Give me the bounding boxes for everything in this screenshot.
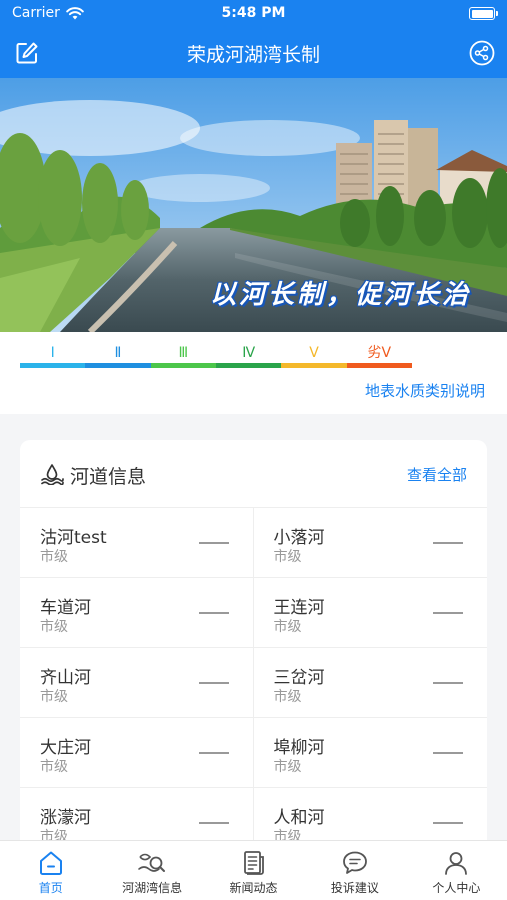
river-status-dash	[198, 542, 229, 544]
share-icon	[469, 40, 495, 66]
tab-home[interactable]: 首页	[0, 841, 101, 900]
river-info-title: 河道信息	[70, 466, 147, 488]
tab-news[interactable]: 新闻动态	[203, 841, 304, 900]
quality-grade: Ⅴ	[281, 344, 347, 368]
quality-grade-label: 劣Ⅴ	[367, 345, 392, 361]
quality-grade-bar	[150, 363, 216, 368]
share-button[interactable]	[469, 40, 495, 66]
navigation-bar: 荣成河湖湾长制	[0, 28, 507, 78]
river-level: 市级	[273, 689, 302, 705]
quality-grade-scale: Ⅰ Ⅱ Ⅲ Ⅳ Ⅴ 劣Ⅴ	[20, 344, 412, 368]
quality-grade-bar	[85, 363, 151, 368]
quality-grade: Ⅱ	[85, 344, 151, 368]
news-icon	[243, 851, 264, 875]
quality-grade: Ⅰ	[20, 344, 86, 368]
river-status-dash	[433, 822, 463, 824]
tab-complaints[interactable]: 投诉建议	[304, 841, 405, 900]
quality-grade-label: Ⅴ	[309, 345, 319, 361]
tab-river-info-label: 河湖湾信息	[122, 881, 183, 895]
battery-icon	[469, 7, 498, 20]
tab-complaints-label: 投诉建议	[330, 881, 379, 895]
river-name: 三岔河	[273, 668, 325, 688]
tab-river-info[interactable]: 河湖湾信息	[101, 841, 202, 900]
quality-grade: 劣Ⅴ	[346, 344, 412, 368]
water-quality-legend: Ⅰ Ⅱ Ⅲ Ⅳ Ⅴ 劣Ⅴ 地表水质类别说明	[0, 332, 507, 414]
river-item[interactable]: 小落河 市级	[253, 508, 487, 578]
river-item[interactable]: 埠柳河 市级	[253, 718, 487, 788]
page-title: 荣成河湖湾长制	[186, 44, 320, 66]
river-status-dash	[198, 682, 229, 684]
clock: 5:48 PM	[221, 5, 286, 21]
river-name: 埠柳河	[273, 738, 325, 758]
river-name: 人和河	[273, 808, 325, 828]
river-level: 市级	[40, 759, 68, 775]
quality-grade-label: Ⅲ	[178, 345, 189, 361]
river-status-dash	[433, 612, 463, 614]
quality-grade: Ⅲ	[150, 344, 216, 368]
river-status-dash	[433, 682, 463, 684]
river-status-dash	[198, 752, 229, 754]
tab-home-label: 首页	[38, 881, 63, 895]
quality-grade-bar	[20, 363, 86, 368]
view-all-link[interactable]: 查看全部	[407, 464, 467, 485]
tab-profile-label: 个人中心	[432, 881, 481, 895]
water-quality-explanation-link[interactable]: 地表水质类别说明	[365, 380, 485, 401]
river-item[interactable]: 车道河 市级	[20, 578, 254, 648]
river-status-dash	[433, 752, 463, 754]
quality-grade-bar	[281, 363, 347, 368]
river-name: 齐山河	[40, 668, 91, 688]
river-level: 市级	[40, 689, 68, 705]
river-item[interactable]: 王连河 市级	[253, 578, 487, 648]
river-info-header: 河道信息 查看全部	[20, 440, 487, 508]
river-level: 市级	[273, 759, 302, 775]
quality-grade-bar	[346, 363, 412, 368]
river-name: 沽河test	[40, 528, 107, 548]
status-bar: Carrier 5:48 PM	[0, 0, 507, 28]
banner-slogan: 以河长制，促河长治	[209, 280, 471, 310]
river-item[interactable]: 齐山河 市级	[20, 648, 254, 718]
quality-grade-bar	[215, 363, 282, 368]
river-name: 车道河	[40, 598, 91, 618]
river-name: 涨濛河	[40, 808, 91, 828]
river-name: 王连河	[273, 598, 325, 618]
quality-grade-label: Ⅳ	[242, 345, 256, 361]
quality-grade-label: Ⅱ	[114, 345, 122, 361]
river-status-dash	[198, 612, 229, 614]
tab-bar: 首页 河湖湾信息 新闻动态 投诉建议 个人中心	[0, 840, 507, 900]
river-list: 沽河test 市级 小落河 市级 车道河 市级 王连河 市级 齐山河 市级 三岔河 市级 大…	[20, 508, 487, 858]
river-level: 市级	[40, 619, 68, 635]
river-status-dash	[433, 542, 463, 544]
river-level: 市级	[40, 549, 68, 565]
river-level: 市级	[273, 549, 302, 565]
river-item[interactable]: 三岔河 市级	[253, 648, 487, 718]
river-name: 大庄河	[40, 738, 91, 758]
tab-news-label: 新闻动态	[229, 881, 278, 895]
river-item[interactable]: 沽河test 市级	[20, 508, 254, 578]
quality-grade: Ⅳ	[215, 344, 282, 368]
river-status-dash	[198, 822, 229, 824]
tab-profile[interactable]: 个人中心	[406, 841, 507, 900]
river-search-icon	[138, 853, 166, 872]
river-level: 市级	[273, 619, 302, 635]
river-info-card: 河道信息 查看全部 沽河test 市级 小落河 市级 车道河 市级 王连河 市级 齐山河…	[20, 440, 487, 860]
water-drop-wave-icon	[41, 464, 64, 485]
home-icon	[39, 851, 62, 875]
message-icon	[343, 851, 367, 874]
quality-grade-label: Ⅰ	[50, 345, 55, 361]
river-item[interactable]: 大庄河 市级	[20, 718, 254, 788]
river-name: 小落河	[273, 528, 325, 548]
user-icon	[445, 852, 468, 875]
banner[interactable]: 以河长制，促河长治	[0, 78, 507, 332]
